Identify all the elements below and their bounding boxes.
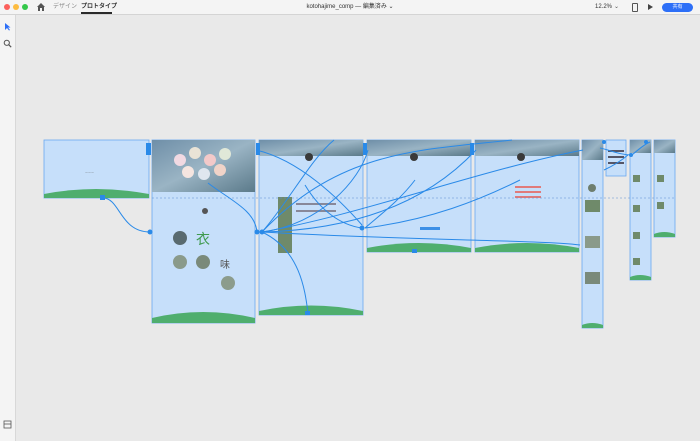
svg-text:味: 味 [220, 259, 230, 271]
artboard[interactable] [474, 139, 580, 253]
device-preview-icon[interactable] [632, 3, 638, 12]
artboard[interactable] [366, 139, 472, 253]
tool-strip [0, 15, 16, 441]
artboard[interactable] [581, 139, 604, 329]
svg-text:ーーー: ーーー [85, 171, 94, 175]
active-tab-indicator [81, 12, 112, 14]
artboard[interactable] [629, 139, 652, 281]
hero-photo [367, 140, 471, 156]
artboard[interactable]: 衣 味 [151, 139, 256, 324]
chevron-down-icon[interactable]: ⌄ [614, 3, 619, 11]
artboard[interactable] [605, 139, 627, 177]
svg-text:衣: 衣 [196, 232, 210, 248]
share-button[interactable]: 共有 [662, 3, 693, 12]
artboard[interactable]: ーーー [43, 139, 150, 199]
title-bar: デザイン プロトタイプ kotohajime_comp — 編集済み ⌄ 12.… [0, 0, 700, 15]
hero-photo [654, 140, 675, 153]
select-arrow-icon[interactable] [3, 22, 12, 31]
document-icon[interactable] [3, 420, 12, 429]
hero-photo [152, 140, 255, 192]
zoom-level[interactable]: 12.2% [595, 3, 612, 11]
canvas[interactable]: ーーー 衣 味 [16, 15, 700, 441]
hero-photo [582, 140, 603, 160]
play-icon[interactable] [648, 4, 653, 10]
zoom-icon[interactable] [3, 39, 12, 48]
artboard[interactable] [653, 139, 676, 238]
